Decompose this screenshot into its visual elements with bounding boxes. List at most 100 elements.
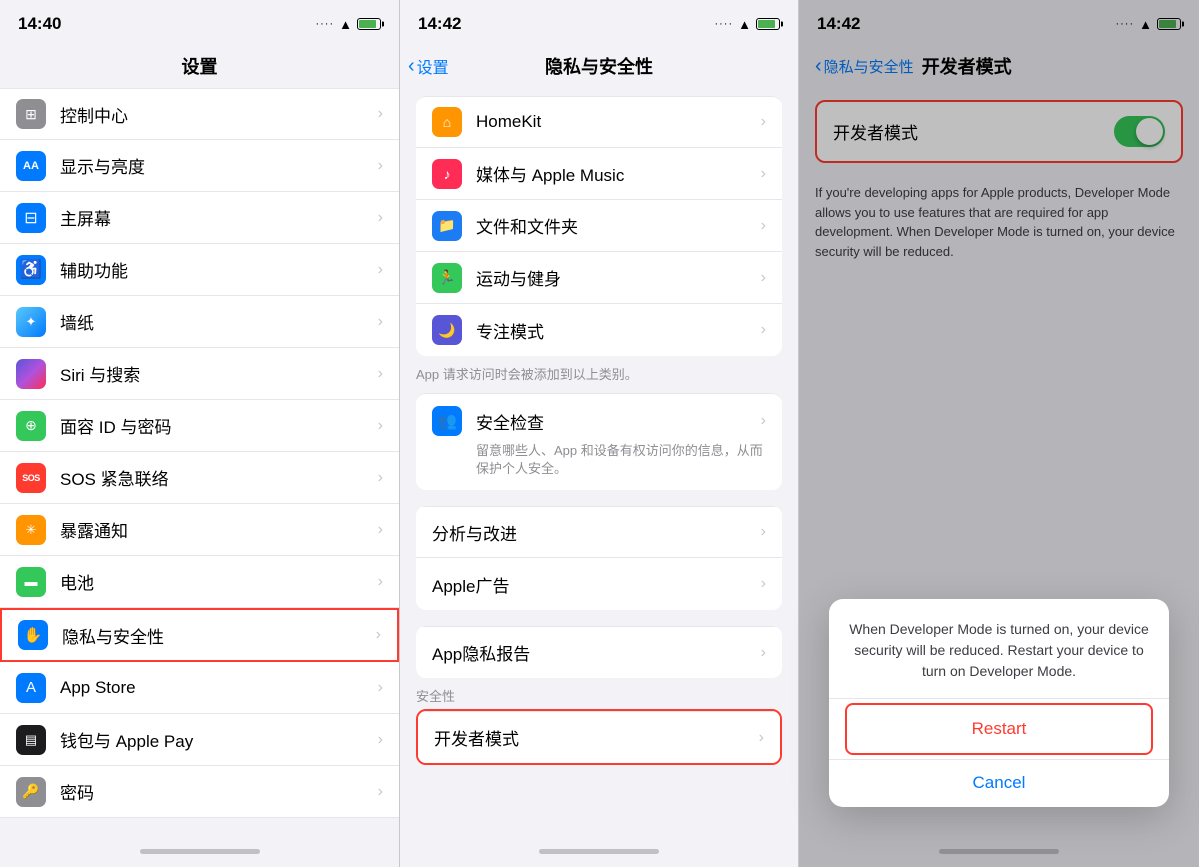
settings-item-privacy-report[interactable]: App隐私报告 ›: [416, 626, 782, 678]
settings-item-files[interactable]: 📁 文件和文件夹 ›: [416, 200, 782, 252]
apple-music-label: 媒体与 Apple Music: [476, 161, 761, 186]
chevron-accessibility: ›: [378, 261, 383, 279]
chevron-safety: ›: [761, 412, 766, 430]
time-1: 14:40: [18, 14, 61, 34]
chevron-focus: ›: [761, 321, 766, 339]
alert-message: When Developer Mode is turned on, your d…: [845, 619, 1153, 682]
control-center-label: 控制中心: [60, 102, 378, 127]
settings-item-display[interactable]: AA 显示与亮度 ›: [0, 140, 399, 192]
privacy-label: 隐私与安全性: [62, 623, 376, 648]
settings-item-apple-music[interactable]: ♪ 媒体与 Apple Music ›: [416, 148, 782, 200]
alert-box: When Developer Mode is turned on, your d…: [829, 599, 1169, 807]
settings-panel: 14:40 ···· ▲ 设置 ⊞ 控制中心 › AA 显示与亮度 › ⊟: [0, 0, 400, 867]
password-label: 密码: [60, 779, 378, 804]
chevron-display: ›: [378, 157, 383, 175]
chevron-privacy-report: ›: [761, 644, 766, 662]
dev-mode-list-label: 开发者模式: [434, 725, 759, 750]
home-icon: ⊟: [16, 203, 46, 233]
exposure-label: 暴露通知: [60, 517, 378, 542]
settings-item-wallpaper[interactable]: ✦ 墙纸 ›: [0, 296, 399, 348]
settings-item-apple-ads[interactable]: Apple广告 ›: [416, 558, 782, 610]
restart-button[interactable]: Restart: [845, 703, 1153, 755]
privacy-icon: ✋: [18, 620, 48, 650]
battery-label: 电池: [60, 569, 378, 594]
section-note-1: App 请求访问时会被添加到以上类别。: [400, 356, 798, 393]
focus-icon: 🌙: [432, 315, 462, 345]
status-bar-2: 14:42 ···· ▲: [400, 0, 798, 44]
privacy-main-group: ⌂ HomeKit › ♪ 媒体与 Apple Music › 📁 文件和文件夹…: [416, 96, 782, 356]
fitness-icon: 🏃: [432, 263, 462, 293]
files-icon: 📁: [432, 211, 462, 241]
chevron-analytics: ›: [761, 523, 766, 541]
sos-label: SOS 紧急联络: [60, 465, 378, 490]
siri-label: Siri 与搜索: [60, 361, 378, 386]
chevron-apple-music: ›: [761, 165, 766, 183]
nav-bar-2: ‹ 设置 隐私与安全性: [400, 44, 798, 88]
settings-item-homekit[interactable]: ⌂ HomeKit ›: [416, 96, 782, 148]
time-2: 14:42: [418, 14, 461, 34]
password-icon: 🔑: [16, 777, 46, 807]
chevron-appstore: ›: [378, 679, 383, 697]
nav-back-2[interactable]: ‹ 设置: [408, 54, 449, 78]
safety-label: 安全检查: [476, 409, 761, 434]
settings-item-password[interactable]: 🔑 密码 ›: [0, 766, 399, 818]
settings-item-battery[interactable]: ▬ 电池 ›: [0, 556, 399, 608]
back-chevron-2: ‹: [408, 56, 415, 76]
focus-label: 专注模式: [476, 318, 761, 343]
analytics-label: 分析与改进: [432, 520, 761, 545]
appstore-icon: A: [16, 673, 46, 703]
chevron-control-center: ›: [378, 105, 383, 123]
settings-item-accessibility[interactable]: ♿ 辅助功能 ›: [0, 244, 399, 296]
dev-mode-panel: 14:42 ···· ▲ ‹ 隐私与安全性 开发者模式 开发者模式 If you…: [799, 0, 1199, 867]
display-icon: AA: [16, 151, 46, 181]
settings-item-wallet[interactable]: ▤ 钱包与 Apple Pay ›: [0, 714, 399, 766]
chevron-wallpaper: ›: [378, 313, 383, 331]
apple-ads-label: Apple广告: [432, 572, 761, 597]
sos-icon: SOS: [16, 463, 46, 493]
chevron-password: ›: [378, 783, 383, 801]
settings-item-focus[interactable]: 🌙 专注模式 ›: [416, 304, 782, 356]
battery-icon-1: [357, 18, 381, 30]
battery-settings-icon: ▬: [16, 567, 46, 597]
display-label: 显示与亮度: [60, 153, 378, 178]
cancel-button[interactable]: Cancel: [845, 759, 1153, 807]
chevron-privacy: ›: [376, 626, 381, 644]
wallpaper-icon: ✦: [16, 307, 46, 337]
settings-item-privacy[interactable]: ✋ 隐私与安全性 ›: [0, 608, 399, 662]
wifi-icon-1: ▲: [339, 17, 352, 32]
chevron-home: ›: [378, 209, 383, 227]
wallet-label: 钱包与 Apple Pay: [60, 727, 378, 752]
privacy-report-label: App隐私报告: [432, 640, 761, 665]
files-label: 文件和文件夹: [476, 213, 761, 238]
signal-icon-2: ····: [714, 18, 733, 30]
chevron-apple-ads: ›: [761, 575, 766, 593]
analytics-group: 分析与改进 › Apple广告 ›: [416, 506, 782, 610]
safety-icon: 👥: [432, 406, 462, 436]
settings-item-face-id[interactable]: ⊕ 面容 ID 与密码 ›: [0, 400, 399, 452]
settings-item-analytics[interactable]: 分析与改进 ›: [416, 506, 782, 558]
appstore-label: App Store: [60, 678, 378, 698]
settings-item-fitness[interactable]: 🏃 运动与健身 ›: [416, 252, 782, 304]
privacy-panel: 14:42 ···· ▲ ‹ 设置 隐私与安全性 ⌂ HomeKit › ♪: [400, 0, 799, 867]
status-icons-1: ···· ▲: [315, 17, 381, 32]
home-bar-3: [799, 835, 1199, 867]
settings-item-control-center[interactable]: ⊞ 控制中心 ›: [0, 88, 399, 140]
settings-item-dev-mode[interactable]: 开发者模式 ›: [418, 711, 780, 763]
settings-item-siri[interactable]: Siri 与搜索 ›: [0, 348, 399, 400]
settings-item-exposure[interactable]: ✳ 暴露通知 ›: [0, 504, 399, 556]
home-bar-line-3: [939, 849, 1059, 854]
chevron-exposure: ›: [378, 521, 383, 539]
alert-divider-1: [829, 698, 1169, 699]
face-id-icon: ⊕: [16, 411, 46, 441]
nav-bar-1: 设置: [0, 44, 399, 88]
settings-item-sos[interactable]: SOS SOS 紧急联络 ›: [0, 452, 399, 504]
chevron-dev-mode: ›: [759, 729, 764, 747]
alert-overlay: When Developer Mode is turned on, your d…: [799, 0, 1199, 867]
settings-item-safety[interactable]: 👥 安全检查 › 留意哪些人、App 和设备有权访问你的信息，从而保护个人安全。: [416, 393, 782, 490]
chevron-face-id: ›: [378, 417, 383, 435]
home-bar-2: [400, 835, 798, 867]
settings-item-appstore[interactable]: A App Store ›: [0, 662, 399, 714]
wallet-icon: ▤: [16, 725, 46, 755]
accessibility-icon: ♿: [16, 255, 46, 285]
settings-item-home[interactable]: ⊟ 主屏幕 ›: [0, 192, 399, 244]
